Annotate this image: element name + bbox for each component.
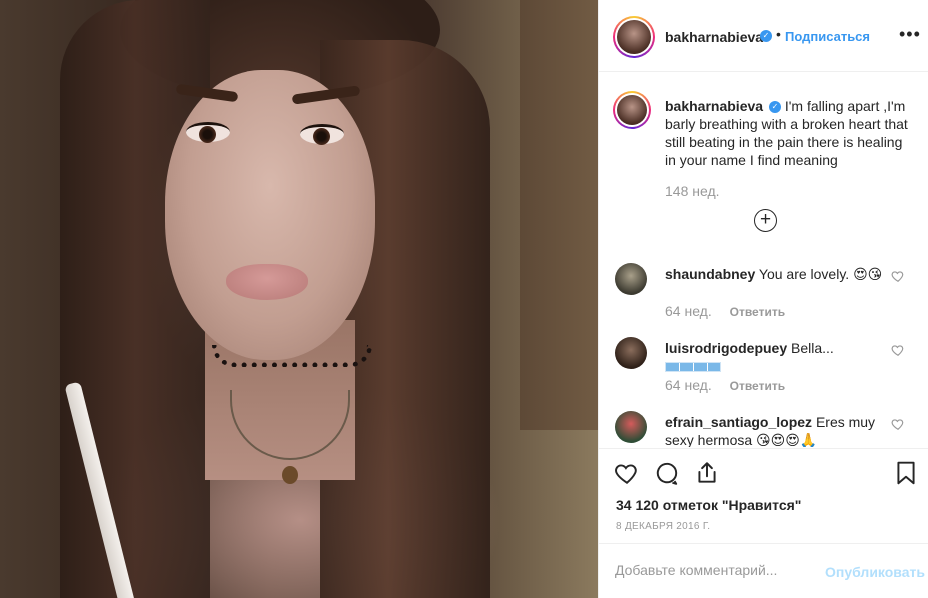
commenter-username[interactable]: shaundabney [665,266,755,282]
background-door [520,0,598,430]
comment-body: Bella... [791,340,834,356]
add-comment-bar: Опубликовать [599,543,928,598]
flag-emoji-icon [665,362,721,373]
post-photo[interactable] [0,0,598,598]
verified-badge-icon: ✓ [768,101,781,114]
add-icon[interactable]: + [754,209,777,232]
follow-button[interactable]: Подписаться [785,29,870,44]
commenter-username[interactable]: luisrodrigodepuey [665,340,787,356]
like-comment-heart-icon[interactable] [891,417,905,431]
share-icon[interactable] [694,460,720,486]
comment-item: efrain_santiago_lopez Eres muy sexy herm… [599,411,928,447]
comment-text: efrain_santiago_lopez Eres muy sexy herm… [665,413,889,447]
like-comment-heart-icon[interactable] [891,343,905,357]
comment-meta: 64 нед. Ответить [665,377,785,393]
comment-item: luisrodrigodepuey Bella... 64 нед. Ответ… [599,337,928,407]
caption-avatar[interactable] [613,91,651,129]
comment-meta: 64 нед. Ответить [665,303,785,319]
heart-icon[interactable] [614,460,640,486]
face [165,70,375,360]
choker [212,345,372,367]
comment-item: shaundabney You are lovely. 😍😘 64 нед. О… [599,263,928,333]
comment-input[interactable] [615,562,815,578]
like-comment-heart-icon[interactable] [891,269,905,283]
comment-body: You are lovely. 😍😘 [758,266,883,282]
comment-text: shaundabney You are lovely. 😍😘 [665,265,889,283]
comment-timestamp[interactable]: 64 нед. [665,377,712,393]
likes-count[interactable]: 34 120 отметок "Нравится" [616,497,801,513]
verified-badge-icon: ✓ [760,30,772,42]
comment-timestamp[interactable]: 64 нед. [665,303,712,319]
commenter-avatar[interactable] [615,263,647,295]
caption-username[interactable]: bakharnabieva [665,98,763,114]
author-username[interactable]: bakharnabieva [665,29,763,45]
post-sidebar: bakharnabieva ✓ • Подписаться ••• bakhar… [598,0,928,598]
separator-dot: • [776,26,781,42]
reply-button[interactable]: Ответить [730,379,785,393]
caption-timestamp[interactable]: 148 нед. [665,183,720,199]
post-date[interactable]: 8 декабря 2016 г. [616,521,710,532]
comment-text: luisrodrigodepuey Bella... [665,339,889,375]
right-eye [300,124,344,145]
comment-icon[interactable] [654,460,680,486]
lips [226,264,308,300]
author-avatar[interactable] [613,16,655,58]
left-eye [186,122,230,143]
comments-list[interactable]: bakharnabieva ✓ I'm falling apart ,I'm b… [599,73,928,447]
post-header: bakharnabieva ✓ • Подписаться ••• [599,0,928,72]
reply-button[interactable]: Ответить [730,305,785,319]
more-options-icon[interactable]: ••• [899,24,921,45]
post-actions: 34 120 отметок "Нравится" 8 декабря 2016… [599,448,928,543]
caption-text: bakharnabieva ✓ I'm falling apart ,I'm b… [665,97,915,169]
bookmark-icon[interactable] [893,460,919,486]
pendant [282,466,298,484]
publish-button[interactable]: Опубликовать [825,564,925,580]
commenter-username[interactable]: efrain_santiago_lopez [665,414,812,430]
commenter-avatar[interactable] [615,411,647,443]
commenter-avatar[interactable] [615,337,647,369]
